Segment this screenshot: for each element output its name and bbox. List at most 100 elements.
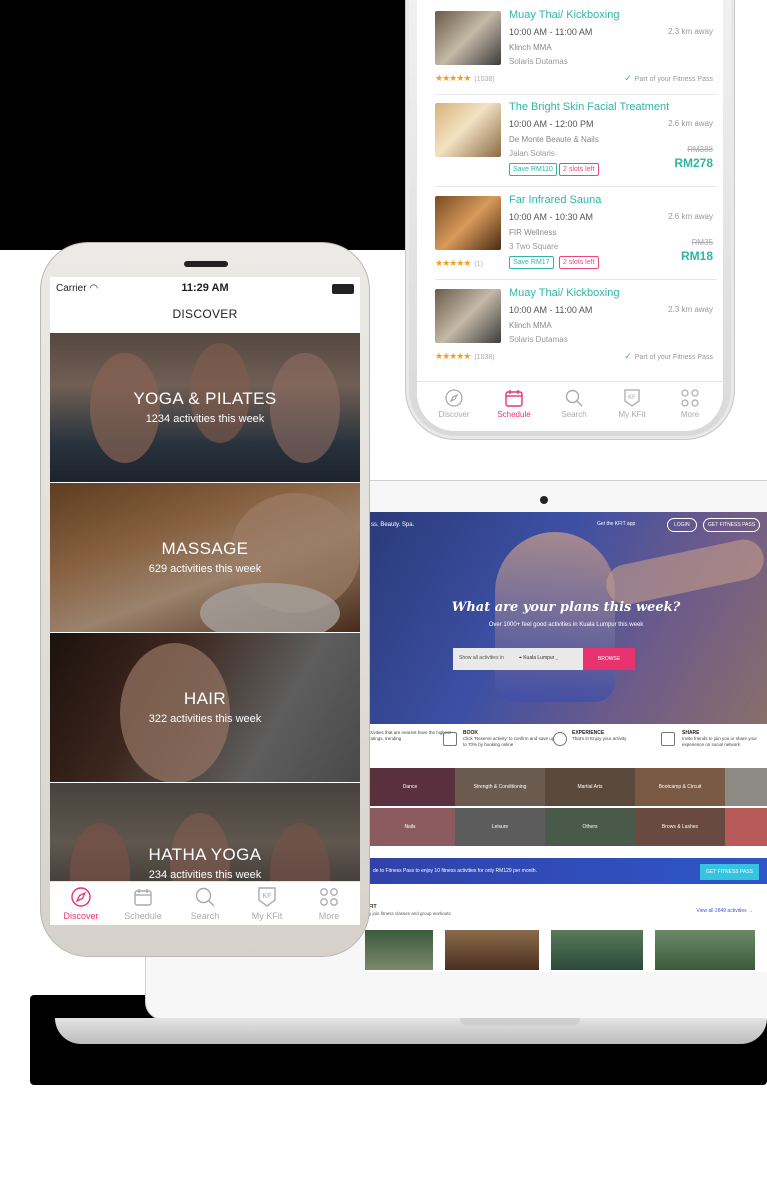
tile-subtitle: 322 activities this week — [148, 713, 262, 725]
discount-price: RM278 — [674, 156, 713, 170]
view-all-link[interactable]: View all 2849 activities → — [696, 908, 753, 914]
status-time: 11:29 AM — [181, 282, 229, 294]
rating-count: (1038) — [474, 354, 495, 361]
get-app-link[interactable]: Get the KFIT app — [597, 521, 635, 527]
category-tile[interactable]: Nails — [365, 808, 455, 846]
category-tile-massage[interactable]: MASSAGE 629 activities this week — [50, 483, 360, 632]
rating-count: (1038) — [474, 76, 495, 83]
category-tile[interactable]: Bootcamp & Circuit — [635, 768, 725, 806]
star-rating: ★★★★★ (1038) — [435, 73, 495, 83]
category-tile[interactable]: Leisure — [455, 808, 545, 846]
schedule-screen: Muay Thai/ Kickboxing 10:00 AM - 11:00 A… — [417, 0, 723, 431]
category-tile[interactable]: Strength & Conditioning — [455, 768, 545, 806]
login-button[interactable]: LOGIN — [667, 518, 697, 532]
activity-title[interactable]: Muay Thai/ Kickboxing — [509, 9, 619, 21]
tab-more[interactable]: More — [663, 388, 717, 419]
phone-speaker — [184, 261, 228, 267]
laptop-base — [55, 1018, 767, 1044]
calendar-icon — [134, 889, 152, 906]
get-fitness-pass-button[interactable]: GET FITNESS PASS — [703, 518, 761, 532]
tab-search[interactable]: Search — [547, 388, 601, 419]
tab-label: My KFit — [251, 911, 283, 921]
svg-text:KF: KF — [628, 395, 636, 401]
camera-icon — [540, 496, 548, 504]
discount-price: RM18 — [680, 249, 713, 263]
activity-title[interactable]: Muay Thai/ Kickboxing — [509, 287, 619, 299]
step-share: SHARE Invite friends to join you or share… — [682, 730, 764, 748]
schedule-item[interactable]: The Bright Skin Facial Treatment 10:00 A… — [435, 95, 717, 187]
section-subtitle: y join fitness classes and group workout… — [369, 911, 451, 916]
category-tile-hair[interactable]: HAIR 322 activities this week — [50, 633, 360, 782]
activity-distance: 2.3 km away — [668, 27, 713, 36]
category-tile-yoga-pilates[interactable]: YOGA & PILATES 1234 activities this week — [50, 333, 360, 482]
marketing-composite: Muay Thai/ Kickboxing 10:00 AM - 11:00 A… — [0, 0, 767, 1200]
activity-card-image[interactable] — [655, 930, 755, 970]
grid-icon — [681, 389, 699, 407]
schedule-item[interactable]: Far Infrared Sauna 10:00 AM - 10:30 AM 2… — [435, 188, 717, 280]
website-screen: ss. Beauty. Spa. Get the KFIT app LOGIN … — [365, 512, 767, 972]
tab-label: My KFit — [618, 410, 646, 419]
category-list: YOGA & PILATES 1234 activities this week… — [50, 333, 360, 881]
tab-schedule[interactable]: Schedule — [487, 388, 541, 419]
hero-photo-detail — [602, 535, 767, 609]
activity-time: 10:00 AM - 10:30 AM — [509, 212, 594, 222]
category-tile[interactable]: Brows & Lashes — [635, 808, 725, 846]
original-price: RM35 — [691, 238, 713, 247]
activity-area: Jalan Solaris — [509, 149, 555, 158]
search-icon — [565, 389, 583, 407]
activity-venue: Klinch MMA — [509, 321, 552, 330]
activity-title[interactable]: Far Infrared Sauna — [509, 194, 601, 206]
schedule-item[interactable]: Muay Thai/ Kickboxing 10:00 AM - 11:00 A… — [435, 281, 717, 373]
activity-title[interactable]: The Bright Skin Facial Treatment — [509, 101, 669, 113]
tab-more[interactable]: More — [298, 886, 360, 921]
activity-time: 10:00 AM - 12:00 PM — [509, 119, 594, 129]
activity-venue: Klinch MMA — [509, 43, 552, 52]
fitness-pass-note: ✓ Part of your Fitness Pass — [624, 73, 713, 84]
battery-icon — [332, 284, 354, 294]
tile-title: MASSAGE — [161, 539, 249, 558]
activity-area: 3 Two Square — [509, 242, 559, 251]
hero-subheadline: Over 1000+ feel good activities in Kuala… — [488, 622, 644, 628]
location-select[interactable]: ⌖ Kuala Lumpur ⌄ — [515, 648, 583, 670]
tile-subtitle: 1234 activities this week — [145, 413, 265, 425]
banner-get-pass-button[interactable]: GET FITNESS PASS — [699, 864, 759, 880]
activity-thumbnail — [435, 196, 501, 250]
kfit-badge-icon: KF — [624, 389, 640, 407]
svg-text:KF: KF — [263, 893, 272, 900]
activity-card-image[interactable] — [551, 930, 643, 970]
category-tile[interactable]: Dance — [365, 768, 455, 806]
schedule-tab-bar: Discover Schedule Search KF My KFit More — [417, 381, 723, 431]
tab-my-kfit[interactable]: KF My KFit — [605, 388, 659, 419]
category-tile-hatha-yoga[interactable]: HATHA YOGA 234 activities this week — [50, 783, 360, 881]
star-rating: ★★★★★ (1038) — [435, 351, 495, 361]
discover-tab-bar: Discover Schedule Search KF My KFit More — [50, 881, 360, 925]
activity-card-image[interactable] — [365, 930, 433, 970]
kfit-badge-icon: KF — [258, 887, 276, 907]
category-tile[interactable]: Martial Arts — [545, 768, 635, 806]
activity-venue: De Monte Beaute & Nails — [509, 135, 599, 144]
tab-label: Search — [190, 911, 220, 921]
tile-subtitle: 234 activities this week — [148, 869, 262, 881]
check-icon: ✓ — [624, 73, 632, 83]
tab-discover[interactable]: Discover — [427, 388, 481, 419]
tab-schedule[interactable]: Schedule — [112, 886, 174, 921]
category-tile[interactable]: Others — [545, 808, 635, 846]
tab-label: Discover — [63, 911, 99, 921]
tab-search[interactable]: Search — [174, 886, 236, 921]
activity-time: 10:00 AM - 11:00 AM — [509, 305, 593, 315]
fitness-pass-label: Part of your Fitness Pass — [634, 354, 713, 361]
tab-my-kfit[interactable]: KF My KFit — [236, 886, 298, 921]
tab-discover[interactable]: Discover — [50, 886, 112, 921]
browse-button[interactable]: BROWSE — [583, 648, 635, 670]
smile-icon — [553, 732, 567, 746]
tile-overlay — [50, 783, 360, 881]
step-text: Invite friends to join you or share your… — [682, 736, 758, 747]
activity-venue: FIR Wellness — [509, 228, 557, 237]
category-tile-partial[interactable] — [725, 808, 767, 846]
activity-card-image[interactable] — [445, 930, 539, 970]
category-tile-partial[interactable] — [725, 768, 767, 806]
tile-title: HATHA YOGA — [148, 845, 262, 864]
tab-label: Search — [561, 410, 587, 419]
search-icon — [195, 887, 215, 907]
schedule-item[interactable]: Muay Thai/ Kickboxing 10:00 AM - 11:00 A… — [435, 3, 717, 95]
